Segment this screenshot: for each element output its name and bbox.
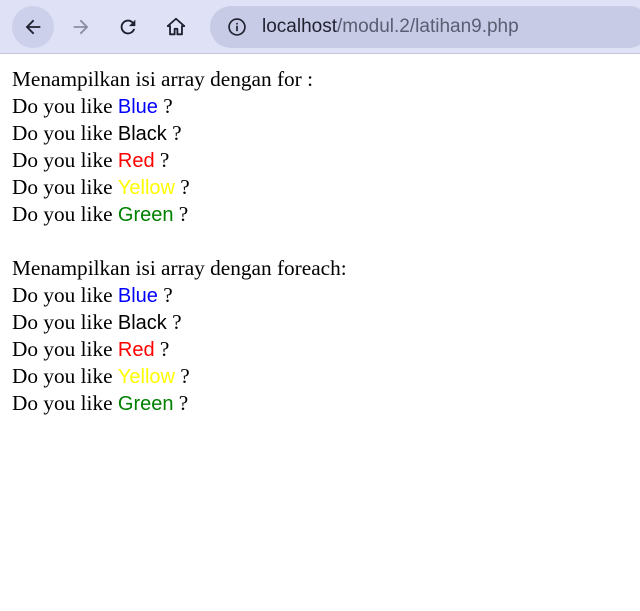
question-suffix: ?	[174, 364, 190, 388]
arrow-left-icon	[25, 19, 41, 35]
section-for-heading: Menampilkan isi array dengan for :	[12, 67, 314, 91]
reload-icon	[120, 19, 136, 35]
color-name: Yellow	[117, 366, 175, 388]
question-suffix: ?	[154, 337, 170, 361]
question-prefix: Do you like	[12, 94, 118, 118]
forward-button[interactable]	[60, 6, 102, 48]
question-suffix: ?	[166, 121, 182, 145]
color-question-line: Do you like Red ?	[12, 147, 347, 174]
question-prefix: Do you like	[12, 148, 118, 172]
question-suffix: ?	[157, 283, 173, 307]
color-question-line: Do you like Yellow ?	[12, 174, 347, 201]
page-content: Menampilkan isi array dengan for : Do yo…	[12, 66, 347, 417]
line-break	[12, 228, 347, 255]
url-text: localhost/modul.2/latihan9.php	[262, 16, 519, 38]
back-button[interactable]	[12, 6, 54, 48]
home-icon	[166, 17, 186, 36]
question-suffix: ?	[166, 310, 182, 334]
color-question-line: Do you like Green ?	[12, 390, 347, 417]
question-prefix: Do you like	[12, 202, 118, 226]
color-question-line: Do you like Blue ?	[12, 93, 347, 120]
section-foreach-list: Do you like Blue ? Do you like Black ? Do …	[12, 282, 347, 417]
url-path: /modul.2/latihan9.php	[337, 16, 519, 37]
question-prefix: Do you like	[12, 175, 118, 199]
address-bar[interactable]: localhost/modul.2/latihan9.php	[210, 6, 640, 48]
section-for-list: Do you like Blue ? Do you like Black ? Do …	[12, 93, 347, 228]
color-question-line: Do you like Black ?	[12, 120, 347, 147]
arrow-right-icon	[73, 19, 89, 35]
question-suffix: ?	[154, 148, 170, 172]
question-prefix: Do you like	[12, 283, 118, 307]
color-name: Black	[117, 123, 167, 145]
url-host: localhost	[262, 16, 337, 37]
color-name: Yellow	[117, 177, 175, 199]
color-question-line: Do you like Black ?	[12, 309, 347, 336]
question-suffix: ?	[173, 391, 189, 415]
browser-toolbar: localhost/modul.2/latihan9.php	[0, 0, 640, 54]
color-question-line: Do you like Blue ?	[12, 282, 347, 309]
question-prefix: Do you like	[12, 310, 118, 334]
color-name: Green	[117, 393, 174, 415]
question-prefix: Do you like	[12, 337, 118, 361]
home-button[interactable]	[155, 6, 197, 48]
question-prefix: Do you like	[12, 121, 118, 145]
color-name: Red	[117, 150, 155, 172]
color-name: Blue	[117, 285, 158, 307]
info-icon[interactable]	[226, 16, 248, 38]
color-name: Blue	[117, 96, 158, 118]
color-question-line: Do you like Green ?	[12, 201, 347, 228]
color-name: Black	[117, 312, 167, 334]
question-suffix: ?	[173, 202, 189, 226]
color-name: Red	[117, 339, 155, 361]
question-suffix: ?	[157, 94, 173, 118]
color-question-line: Do you like Yellow ?	[12, 363, 347, 390]
reload-button[interactable]	[107, 6, 149, 48]
section-foreach-heading: Menampilkan isi array dengan foreach:	[12, 256, 347, 280]
question-prefix: Do you like	[12, 364, 118, 388]
color-question-line: Do you like Red ?	[12, 336, 347, 363]
question-suffix: ?	[174, 175, 190, 199]
question-prefix: Do you like	[12, 391, 118, 415]
color-name: Green	[117, 204, 174, 226]
